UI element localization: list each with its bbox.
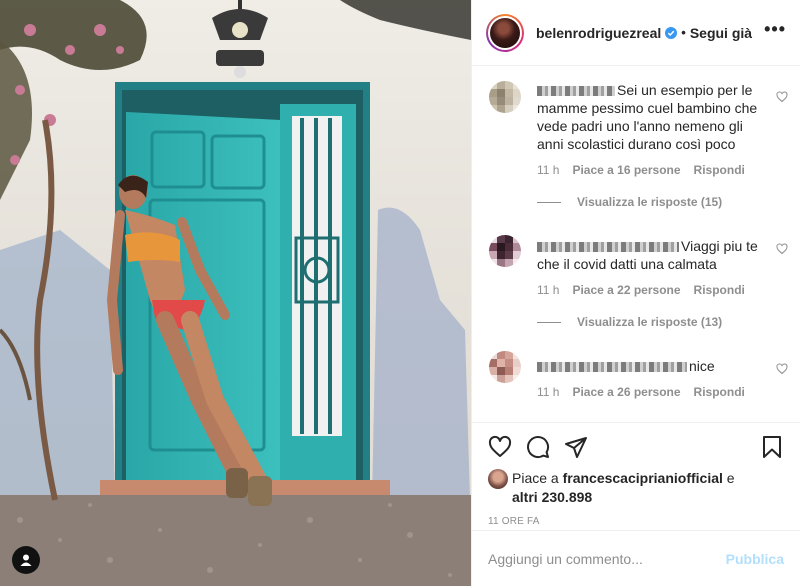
comment-time[interactable]: 11 h <box>537 283 559 297</box>
comments-list: Sei un esempio per le mamme pessimo cuel… <box>472 67 800 422</box>
user-icon <box>20 554 32 566</box>
separator-dot: • <box>681 25 686 40</box>
view-replies-button[interactable]: Visualizza le risposte (13) <box>537 315 760 329</box>
comment-meta: 11 h Piace a 16 persone Rispondi <box>537 163 760 177</box>
more-options-button[interactable]: ••• <box>764 19 786 46</box>
comment-like-heart-icon[interactable] <box>776 243 788 255</box>
view-replies-button[interactable]: Visualizza le risposte (15) <box>537 195 760 209</box>
reply-button[interactable]: Rispondi <box>694 163 745 177</box>
author-username[interactable]: belenrodriguezreal <box>536 25 661 41</box>
comment-item: Viaggi piu te che il covid datti una cal… <box>472 235 800 329</box>
liker-username[interactable]: francescaciprianiofficial <box>563 470 723 486</box>
likes-others-count[interactable]: altri 230.898 <box>512 489 592 505</box>
commenter-avatar[interactable] <box>489 81 521 113</box>
like-heart-icon[interactable] <box>488 435 512 459</box>
comment-time[interactable]: 11 h <box>537 385 559 399</box>
commenter-avatar[interactable] <box>489 235 521 267</box>
following-button[interactable]: Segui già <box>690 25 752 41</box>
likes-summary: Piace a francescaciprianiofficial e altr… <box>488 469 784 507</box>
bookmark-save-icon[interactable] <box>760 435 784 459</box>
post-header: belenrodriguezreal • Segui già ••• <box>472 0 800 66</box>
reply-button[interactable]: Rispondi <box>694 283 745 297</box>
comment-like-heart-icon[interactable] <box>776 363 788 375</box>
post-timestamp[interactable]: 11 ORE FA <box>488 516 784 527</box>
comment-bubble-icon[interactable] <box>526 435 550 459</box>
action-icons-row <box>488 433 784 461</box>
view-replies-label: Visualizza le risposte (13) <box>577 315 723 329</box>
publish-button[interactable]: Pubblica <box>726 551 784 567</box>
likes-prefix: Piace a <box>512 470 559 486</box>
comment-body: nice <box>689 358 715 374</box>
comment-likes[interactable]: Piace a 22 persone <box>572 283 680 297</box>
author-avatar[interactable] <box>486 13 524 52</box>
commenter-username-redacted[interactable] <box>537 362 687 373</box>
comment-like-heart-icon[interactable] <box>776 91 788 103</box>
reply-button[interactable]: Rispondi <box>694 385 745 399</box>
comment-text: Viaggi piu te che il covid datti una cal… <box>537 237 760 273</box>
view-replies-label: Visualizza le risposte (15) <box>577 195 723 209</box>
comment-item: Sei un esempio per le mamme pessimo cuel… <box>472 81 800 209</box>
comment-likes[interactable]: Piace a 16 persone <box>572 163 680 177</box>
comment-text: nice <box>537 357 760 375</box>
commenter-avatar[interactable] <box>489 351 521 383</box>
comment-input[interactable] <box>488 550 726 567</box>
post-actions: Piace a francescaciprianiofficial e altr… <box>472 422 800 527</box>
post-photo[interactable] <box>0 0 471 586</box>
comment-time[interactable]: 11 h <box>537 163 559 177</box>
verified-badge-icon <box>665 26 678 39</box>
liker-avatar[interactable] <box>488 469 508 489</box>
comment-meta: 11 h Piace a 26 persone Rispondi <box>537 385 760 399</box>
share-send-icon[interactable] <box>564 435 588 459</box>
post-side-panel: belenrodriguezreal • Segui già ••• Sei u… <box>471 0 800 586</box>
comment-meta: 11 h Piace a 22 persone Rispondi <box>537 283 760 297</box>
comment-item: nice 11 h Piace a 26 persone Rispondi <box>472 351 800 399</box>
likes-connector: e <box>726 470 735 486</box>
photo-scene <box>0 0 471 586</box>
commenter-username-redacted[interactable] <box>537 242 679 253</box>
comment-likes[interactable]: Piace a 26 persone <box>572 385 680 399</box>
commenter-username-redacted[interactable] <box>537 86 615 97</box>
tagged-users-button[interactable] <box>12 546 40 574</box>
add-comment-bar: Pubblica <box>472 530 800 586</box>
comment-text: Sei un esempio per le mamme pessimo cuel… <box>537 81 760 153</box>
